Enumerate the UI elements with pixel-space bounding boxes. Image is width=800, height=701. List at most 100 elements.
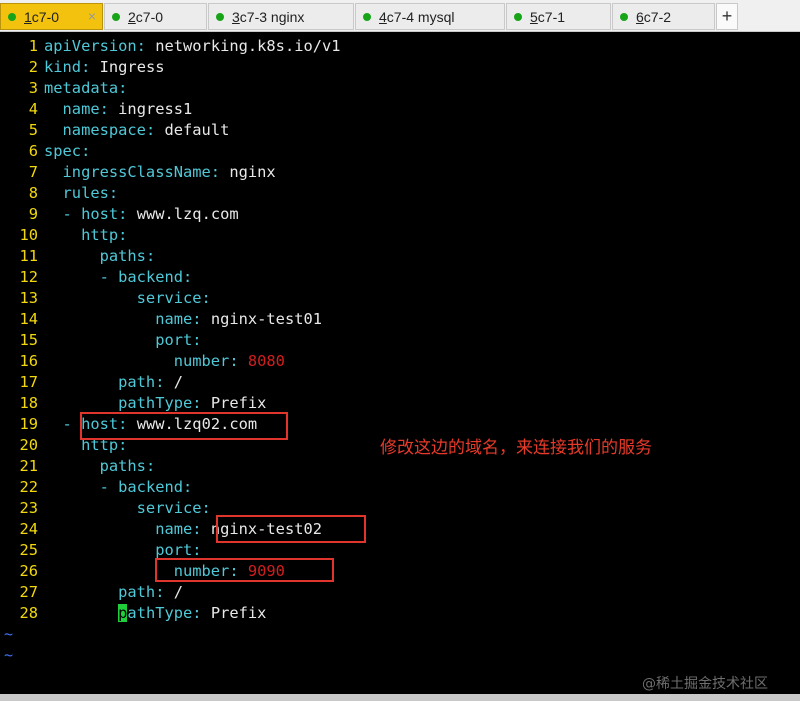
line-number: 12	[19, 268, 38, 286]
code-token: port	[44, 331, 193, 349]
code-token: www.lzq.com	[136, 205, 239, 223]
code-token: apiVersion	[44, 37, 137, 55]
code-token: namespace	[44, 121, 146, 139]
code-token: Prefix	[210, 394, 267, 412]
code-token: networking.k8s.io/v1	[155, 37, 341, 55]
highlight-box-service-name	[216, 515, 366, 543]
code-token: name	[44, 310, 193, 328]
code-line: 3 metadata:	[0, 78, 128, 99]
code-line: 12 - backend:	[0, 267, 192, 288]
line-number: 21	[19, 457, 38, 475]
tab-label: c7-2	[643, 8, 672, 25]
tab-5[interactable]: 5 c7-1	[506, 3, 611, 30]
tab-label: c7-3 nginx	[239, 8, 305, 25]
highlight-box-port-number	[155, 558, 334, 582]
status-dot-icon	[216, 12, 224, 21]
line-text: port:	[44, 541, 202, 559]
tab-1[interactable]: 1 c7-0 ×	[0, 3, 103, 30]
code-token: http	[44, 226, 119, 244]
code-token: athType	[127, 604, 193, 622]
code-line: 13 service:	[0, 288, 211, 309]
line-number: 23	[19, 499, 38, 517]
code-token: number	[44, 352, 230, 370]
line-number: 24	[19, 520, 38, 538]
code-token: :	[155, 373, 174, 391]
tab-3[interactable]: 3 c7-3 nginx	[208, 3, 354, 30]
code-token: :	[81, 142, 91, 160]
status-dot-icon	[8, 12, 16, 21]
line-number: 9	[28, 205, 38, 223]
code-token: path	[44, 373, 156, 391]
code-token: :	[155, 583, 174, 601]
code-line: 2 kind: Ingress	[0, 57, 165, 78]
line-number: 8	[28, 184, 38, 202]
code-token: path	[44, 583, 156, 601]
code-token: :	[145, 247, 156, 265]
line-number: 10	[19, 226, 38, 244]
code-token: 8080	[247, 352, 285, 370]
code-token: :	[192, 394, 211, 412]
code-token: :	[192, 331, 202, 349]
code-token: :	[118, 226, 128, 244]
code-token: -	[44, 205, 82, 223]
code-token: name	[44, 100, 100, 118]
code-token: /	[173, 373, 184, 391]
line-number: 13	[19, 289, 38, 307]
line-text: - host: www.lzq.com	[44, 205, 239, 223]
code-line: 8 rules:	[0, 183, 118, 204]
code-token: :	[136, 37, 156, 55]
line-text: pathType: Prefix	[44, 604, 266, 622]
line-text: path: /	[44, 373, 183, 391]
code-token: :	[192, 520, 211, 538]
code-token: service	[44, 289, 202, 307]
empty-line-tilde: ~	[4, 625, 14, 643]
line-number: 11	[19, 247, 38, 265]
code-line: 28 pathType: Prefix	[0, 603, 266, 624]
code-token: :	[229, 352, 248, 370]
code-token: nginx	[229, 163, 276, 181]
close-tab-icon[interactable]: ×	[88, 8, 96, 24]
line-text: path: /	[44, 583, 183, 601]
code-line: 22 - backend:	[0, 477, 192, 498]
code-token: :	[192, 541, 202, 559]
code-line: 6 spec:	[0, 141, 91, 162]
status-dot-icon	[363, 12, 371, 21]
tab-label: c7-0	[135, 8, 164, 25]
tab-number: 5	[530, 8, 538, 25]
watermark: @稀土掘金技术社区	[642, 676, 768, 692]
code-line: 18 pathType: Prefix	[0, 393, 266, 414]
code-line: 5 namespace: default	[0, 120, 230, 141]
code-token: spec	[44, 142, 82, 160]
code-token: :	[145, 457, 156, 475]
line-number: 2	[28, 58, 38, 76]
tab-number: 6	[636, 8, 644, 25]
tab-6[interactable]: 6 c7-2	[612, 3, 715, 30]
status-dot-icon	[514, 12, 522, 21]
add-tab-button[interactable]: +	[716, 3, 738, 30]
tab-2[interactable]: 2 c7-0	[104, 3, 207, 30]
tab-4[interactable]: 4 c7-4 mysql	[355, 3, 505, 30]
line-text: ingressClassName: nginx	[44, 163, 276, 181]
tab-number: 2	[128, 8, 136, 25]
code-token: :	[201, 289, 211, 307]
code-token: paths	[44, 247, 146, 265]
line-number: 26	[19, 562, 38, 580]
code-line: 7 ingressClassName: nginx	[0, 162, 276, 183]
line-number: 6	[28, 142, 38, 160]
line-number: 19	[19, 415, 38, 433]
line-number: 25	[19, 541, 38, 559]
code-line: 1 apiVersion: networking.k8s.io/v1	[0, 36, 341, 57]
code-token: name	[44, 520, 193, 538]
line-text: number: 8080	[44, 352, 285, 370]
line-number: 4	[28, 100, 38, 118]
code-line: 9 - host: www.lzq.com	[0, 204, 239, 225]
line-text: http:	[44, 226, 127, 244]
bottom-bar	[0, 694, 800, 701]
code-token: metadata	[44, 79, 119, 97]
line-number: 22	[19, 478, 38, 496]
code-token: -	[44, 415, 82, 433]
line-text: metadata:	[44, 79, 127, 97]
code-line: 16 number: 8080	[0, 351, 285, 372]
highlight-box-host	[80, 412, 288, 440]
